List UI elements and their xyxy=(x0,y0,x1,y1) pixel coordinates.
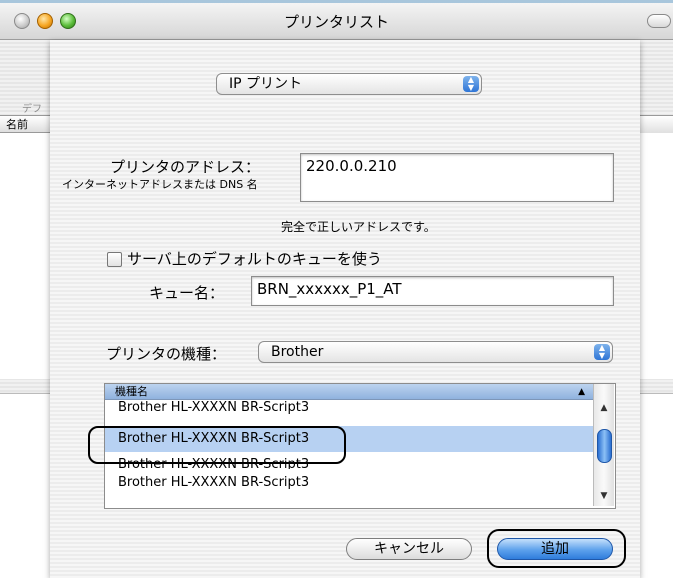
address-status-text: 完全で正しいアドレスです。 xyxy=(281,220,436,234)
sort-ascending-icon: ▲ xyxy=(578,387,585,397)
add-printer-sheet: IP プリント ▲ ▼ プリンタのアドレス： インターネットアドレスまたは DNS… xyxy=(50,40,640,578)
model-list-header[interactable]: 機種名 ▲ xyxy=(105,384,593,400)
printer-model-popup[interactable]: Brother ▲ ▼ xyxy=(258,341,613,363)
background-partial-label: デフ xyxy=(22,104,42,115)
title-bar: プリンタリスト xyxy=(0,3,673,40)
default-queue-checkbox[interactable] xyxy=(107,252,122,267)
printer-model-label: プリンタの機種： xyxy=(106,345,227,363)
queue-name-label: キュー名： xyxy=(149,284,225,302)
default-queue-label[interactable]: サーバ上のデフォルトのキューを使う xyxy=(127,248,382,269)
printer-address-field[interactable]: 220.0.0.210 xyxy=(300,153,614,202)
printer-address-value: 220.0.0.210 xyxy=(306,157,397,175)
background-name-column-header[interactable]: 名前 xyxy=(0,115,50,133)
list-item[interactable]: Brother HL-XXXXN BR-Script3 xyxy=(105,470,593,496)
list-item[interactable]: Brother HL-XXXXN BR-Script3 xyxy=(105,401,593,419)
popup-arrows-icon: ▲ ▼ xyxy=(594,344,610,360)
model-list-scrollbar[interactable]: ▲ ▼ xyxy=(593,384,614,506)
window-title: プリンタリスト xyxy=(283,13,389,31)
cancel-button[interactable]: キャンセル xyxy=(346,538,472,560)
address-label: プリンタのアドレス： xyxy=(110,158,261,176)
scroll-up-arrow-icon[interactable]: ▲ xyxy=(594,400,614,416)
scroll-down-arrow-icon[interactable]: ▼ xyxy=(594,488,614,504)
connection-type-popup[interactable]: IP プリント ▲ ▼ xyxy=(216,73,482,95)
toolbar-toggle-button[interactable] xyxy=(647,14,671,28)
scroll-thumb[interactable] xyxy=(597,429,612,463)
connection-type-value: IP プリント xyxy=(229,76,303,92)
selected-model-highlight xyxy=(88,426,346,464)
model-name-column-header: 機種名 xyxy=(115,385,148,398)
popup-arrows-icon: ▲ ▼ xyxy=(463,76,479,92)
address-hint: インターネットアドレスまたは DNS 名 xyxy=(62,178,258,191)
background-printer-list xyxy=(0,133,50,379)
queue-name-value: BRN_xxxxxx_P1_AT xyxy=(257,280,402,298)
background-right-column-header xyxy=(640,115,673,135)
queue-name-field[interactable]: BRN_xxxxxx_P1_AT xyxy=(251,276,614,306)
printer-model-value: Brother xyxy=(271,344,324,360)
add-button-highlight xyxy=(487,529,626,568)
background-right-list xyxy=(640,133,673,379)
